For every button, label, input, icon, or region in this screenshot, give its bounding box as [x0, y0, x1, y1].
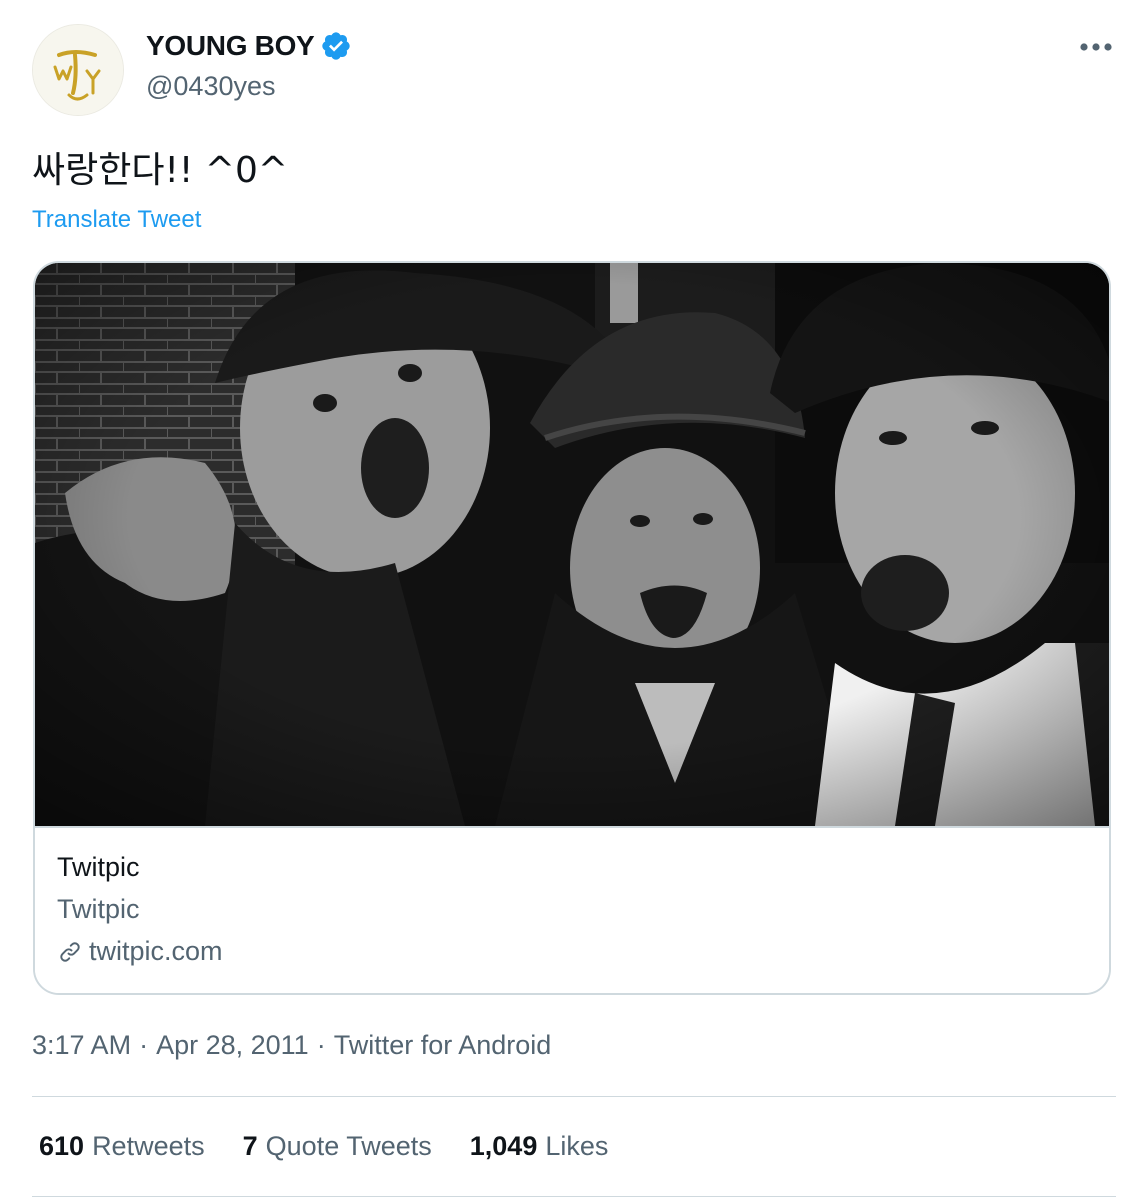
retweets-count: 610	[39, 1131, 85, 1161]
card-site-name: Twitpic	[57, 852, 140, 882]
retweets-stat[interactable]: 610 Retweets	[39, 1131, 205, 1162]
meta-separator: ·	[316, 1030, 326, 1060]
verified-badge-icon	[322, 32, 351, 60]
quote-tweets-stat[interactable]: 7 Quote Tweets	[243, 1131, 432, 1162]
card-domain-text: twitpic.com	[89, 936, 223, 966]
quote-tweets-count: 7	[242, 1131, 258, 1161]
tweet-meta: 3:17 AM · Apr 28, 2011 · Twitter for And…	[32, 1030, 551, 1061]
tweet-container: YOUNG BOY @0430yes 싸랑한다!! ^0^ Translate …	[0, 0, 1148, 1200]
card-info: Twitpic Twitpic twitpic.com	[35, 826, 1109, 993]
link-preview-card[interactable]: Twitpic Twitpic twitpic.com	[33, 261, 1111, 995]
divider	[32, 1096, 1116, 1097]
author-handle[interactable]: @0430yes	[146, 71, 276, 102]
tweet-time[interactable]: 3:17 AM	[32, 1030, 131, 1061]
link-icon	[60, 941, 80, 962]
more-options-button[interactable]	[1076, 32, 1116, 62]
card-domain: twitpic.com	[57, 936, 223, 967]
retweets-label: Retweets	[92, 1131, 205, 1161]
more-horizontal-icon	[1080, 43, 1112, 51]
divider	[32, 1196, 1116, 1197]
likes-stat[interactable]: 1,049 Likes	[470, 1131, 609, 1162]
author-name-text[interactable]: YOUNG BOY	[146, 30, 315, 62]
card-title: Twitpic	[57, 894, 140, 924]
tweet-text: 싸랑한다!! ^0^	[32, 150, 289, 191]
card-photo[interactable]	[35, 263, 1111, 826]
avatar[interactable]	[32, 24, 124, 116]
translate-tweet-link[interactable]: Translate Tweet	[32, 206, 201, 234]
engagement-stats: 610 Retweets 7 Quote Tweets 1,049 Likes	[39, 1131, 646, 1162]
quote-tweets-label: Quote Tweets	[265, 1131, 432, 1161]
likes-label: Likes	[545, 1131, 609, 1161]
tweet-date[interactable]: Apr 28, 2011	[156, 1030, 309, 1061]
meta-separator: ·	[139, 1030, 149, 1060]
likes-count: 1,049	[469, 1131, 538, 1161]
tweet-source[interactable]: Twitter for Android	[334, 1030, 552, 1061]
calligraphy-logo-icon	[33, 25, 123, 115]
author-display-name[interactable]: YOUNG BOY	[146, 30, 352, 62]
